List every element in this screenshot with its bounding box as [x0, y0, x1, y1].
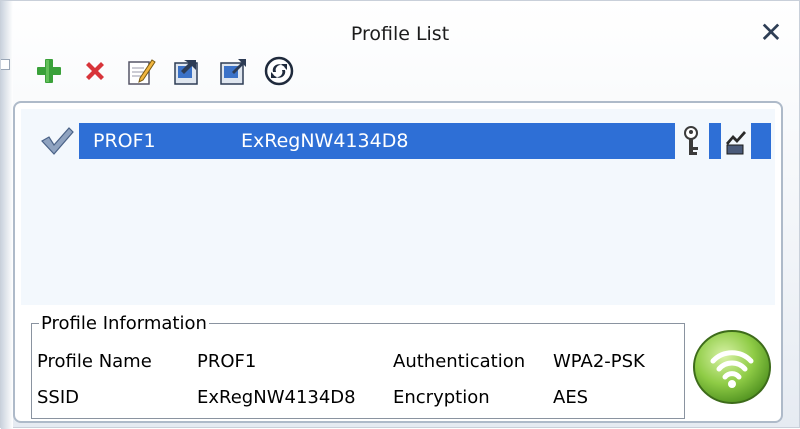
profile-row-end-fill [751, 123, 771, 159]
profile-information-legend: Profile Information [39, 313, 209, 334]
profile-name-value: PROF1 [197, 351, 257, 372]
plus-icon [37, 59, 61, 83]
import-doc-icon [174, 60, 198, 85]
authentication-label: Authentication [393, 351, 526, 372]
profile-row-column-fill [709, 123, 721, 159]
profile-row-ssid: ExRegNW4134D8 [241, 130, 409, 152]
delete-profile-button[interactable] [77, 53, 113, 89]
window-resize-nub[interactable] [1, 59, 10, 70]
close-button[interactable]: ✕ [759, 19, 783, 47]
ssid-label: SSID [37, 387, 80, 408]
profile-list-window: Profile List ✕ PROF1 ExRegNW4134D8 Profi… [0, 0, 800, 429]
delete-x-icon [86, 62, 104, 80]
encryption-label: Encryption [393, 387, 490, 408]
profile-list: PROF1 ExRegNW4134D8 [21, 109, 775, 305]
profile-row-selection[interactable]: PROF1 ExRegNW4134D8 [79, 123, 675, 159]
activate-profile-button[interactable] [261, 53, 297, 89]
export-doc-icon [220, 59, 246, 85]
infrastructure-icon [726, 131, 746, 155]
ssid-value: ExRegNW4134D8 [197, 387, 356, 408]
encryption-value: AES [553, 387, 589, 408]
profile-row-name: PROF1 [93, 130, 156, 152]
toolbar [31, 49, 297, 93]
checkmark-icon [41, 127, 74, 155]
window-title: Profile List [350, 23, 450, 45]
import-profile-button[interactable] [169, 53, 205, 89]
authentication-value: WPA2-PSK [553, 351, 645, 372]
edit-pencil-icon [128, 59, 156, 85]
export-profile-button[interactable] [215, 53, 251, 89]
edit-profile-button[interactable] [123, 53, 159, 89]
key-icon [684, 126, 698, 155]
profile-row[interactable]: PROF1 ExRegNW4134D8 [39, 123, 771, 159]
add-profile-button[interactable] [31, 53, 67, 89]
profile-name-label: Profile Name [37, 351, 152, 372]
wifi-connect-button[interactable] [691, 327, 773, 407]
refresh-circle-icon [264, 56, 294, 86]
